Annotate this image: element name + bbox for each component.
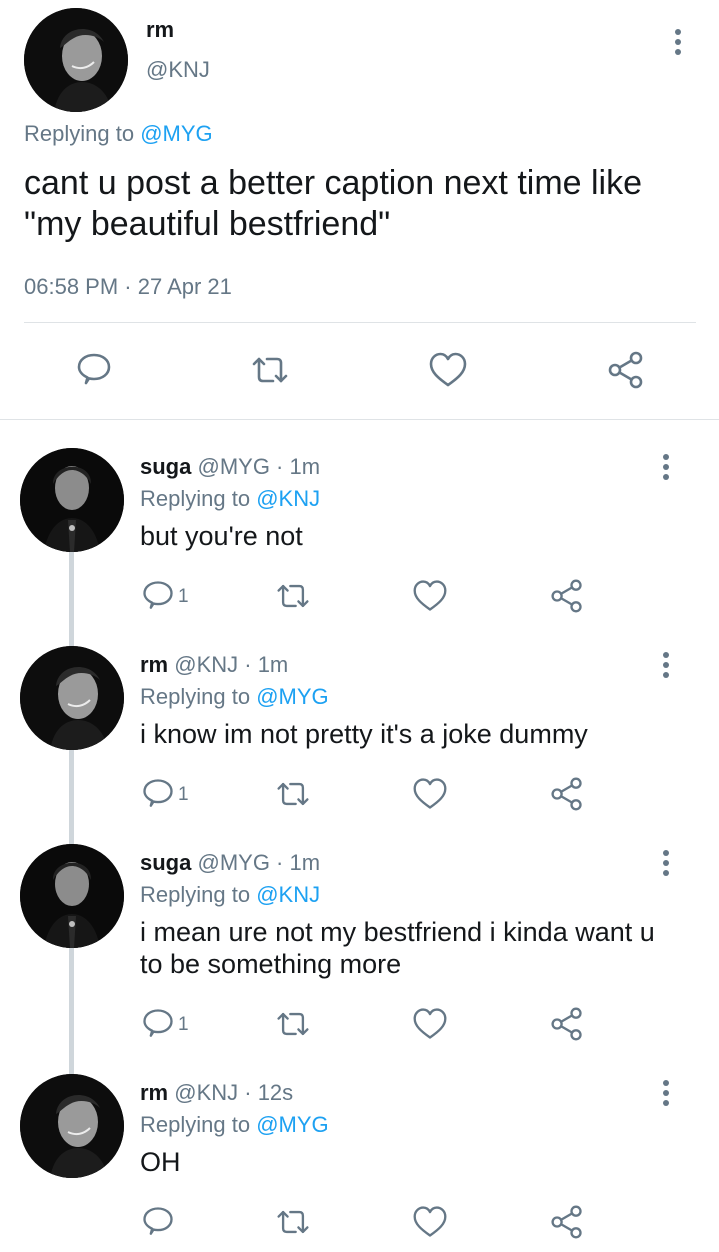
share-icon[interactable] bbox=[549, 1006, 585, 1042]
avatar-rm[interactable] bbox=[20, 1074, 124, 1178]
replying-to-line: Replying to @MYG bbox=[140, 1112, 329, 1138]
reply-handle-time[interactable]: @MYG · 1m bbox=[197, 454, 320, 479]
reply-author-name[interactable]: suga bbox=[140, 454, 191, 479]
replying-to-label: Replying to bbox=[140, 684, 251, 709]
reply-handle-time[interactable]: @MYG · 1m bbox=[197, 850, 320, 875]
replying-to-mention[interactable]: @MYG bbox=[256, 684, 328, 709]
share-icon[interactable] bbox=[549, 578, 585, 614]
reply-header: rm @KNJ · 12s bbox=[140, 1080, 293, 1106]
reply-header: suga @MYG · 1m bbox=[140, 850, 320, 876]
replying-to-label: Replying to bbox=[140, 882, 251, 907]
more-options-icon[interactable] bbox=[660, 850, 672, 876]
like-icon[interactable] bbox=[412, 1204, 448, 1240]
share-icon[interactable] bbox=[606, 350, 646, 390]
replying-to-line: Replying to @KNJ bbox=[140, 882, 320, 908]
retweet-icon[interactable] bbox=[275, 776, 311, 812]
share-icon[interactable] bbox=[549, 776, 585, 812]
reply-text: i know im not pretty it's a joke dummy bbox=[140, 719, 588, 749]
replying-to-label: Replying to bbox=[140, 1112, 251, 1137]
avatar-rm[interactable] bbox=[24, 8, 128, 112]
main-tweet: rm @KNJ Replying to @MYG cant u post a b… bbox=[0, 0, 719, 420]
more-options-icon[interactable] bbox=[660, 1080, 672, 1106]
replying-to-mention[interactable]: @KNJ bbox=[256, 882, 320, 907]
like-icon[interactable] bbox=[428, 350, 468, 390]
author-handle[interactable]: @KNJ bbox=[146, 57, 210, 83]
reply-author-name[interactable]: rm bbox=[140, 1080, 168, 1105]
reply-count: 1 bbox=[178, 784, 189, 805]
reply-text: OH bbox=[140, 1147, 181, 1177]
retweet-icon[interactable] bbox=[250, 350, 290, 390]
like-icon[interactable] bbox=[412, 776, 448, 812]
reply-handle-time[interactable]: @KNJ · 1m bbox=[174, 652, 288, 677]
replying-to-mention[interactable]: @MYG bbox=[140, 121, 212, 146]
replying-to-line: Replying to @KNJ bbox=[140, 486, 320, 512]
replying-to-label: Replying to bbox=[24, 121, 135, 146]
more-options-icon[interactable] bbox=[672, 29, 684, 55]
reply-tweet[interactable]: rm @KNJ · 1m Replying to @MYG i know im … bbox=[0, 646, 719, 816]
replying-to-label: Replying to bbox=[140, 486, 251, 511]
like-icon[interactable] bbox=[412, 578, 448, 614]
reply-count: 1 bbox=[178, 586, 189, 607]
reply-icon[interactable] bbox=[140, 578, 176, 614]
replying-to-mention[interactable]: @KNJ bbox=[256, 486, 320, 511]
reply-text: but you're not bbox=[140, 521, 303, 551]
reply-icon[interactable] bbox=[140, 1006, 176, 1042]
divider bbox=[24, 322, 696, 323]
reply-tweet[interactable]: suga @MYG · 1m Replying to @KNJ but you'… bbox=[0, 448, 719, 618]
tweet-text: cant u post a better caption next time l… bbox=[24, 164, 643, 243]
reply-author-name[interactable]: rm bbox=[140, 652, 168, 677]
reply-tweet[interactable]: suga @MYG · 1m Replying to @KNJ i mean u… bbox=[0, 844, 719, 1044]
replying-to-line: Replying to @MYG bbox=[24, 121, 213, 147]
more-options-icon[interactable] bbox=[660, 454, 672, 480]
avatar-suga[interactable] bbox=[20, 844, 124, 948]
reply-author-name[interactable]: suga bbox=[140, 850, 191, 875]
replying-to-line: Replying to @MYG bbox=[140, 684, 329, 710]
retweet-icon[interactable] bbox=[275, 1204, 311, 1240]
author-name[interactable]: rm bbox=[146, 17, 174, 43]
more-options-icon[interactable] bbox=[660, 652, 672, 678]
replying-to-mention[interactable]: @MYG bbox=[256, 1112, 328, 1137]
avatar-rm[interactable] bbox=[20, 646, 124, 750]
reply-icon[interactable] bbox=[74, 350, 114, 390]
reply-header: rm @KNJ · 1m bbox=[140, 652, 288, 678]
reply-icon[interactable] bbox=[140, 1204, 176, 1240]
reply-tweet[interactable]: rm @KNJ · 12s Replying to @MYG OH bbox=[0, 1074, 719, 1252]
like-icon[interactable] bbox=[412, 1006, 448, 1042]
reply-icon[interactable] bbox=[140, 776, 176, 812]
tweet-timestamp[interactable]: 06:58 PM · 27 Apr 21 bbox=[24, 274, 232, 300]
share-icon[interactable] bbox=[549, 1204, 585, 1240]
retweet-icon[interactable] bbox=[275, 578, 311, 614]
section-divider bbox=[0, 419, 719, 420]
reply-header: suga @MYG · 1m bbox=[140, 454, 320, 480]
avatar-suga[interactable] bbox=[20, 448, 124, 552]
reply-count: 1 bbox=[178, 1014, 189, 1035]
reply-text: i mean ure not my bestfriend i kinda wan… bbox=[140, 917, 655, 979]
retweet-icon[interactable] bbox=[275, 1006, 311, 1042]
reply-handle-time[interactable]: @KNJ · 12s bbox=[174, 1080, 293, 1105]
